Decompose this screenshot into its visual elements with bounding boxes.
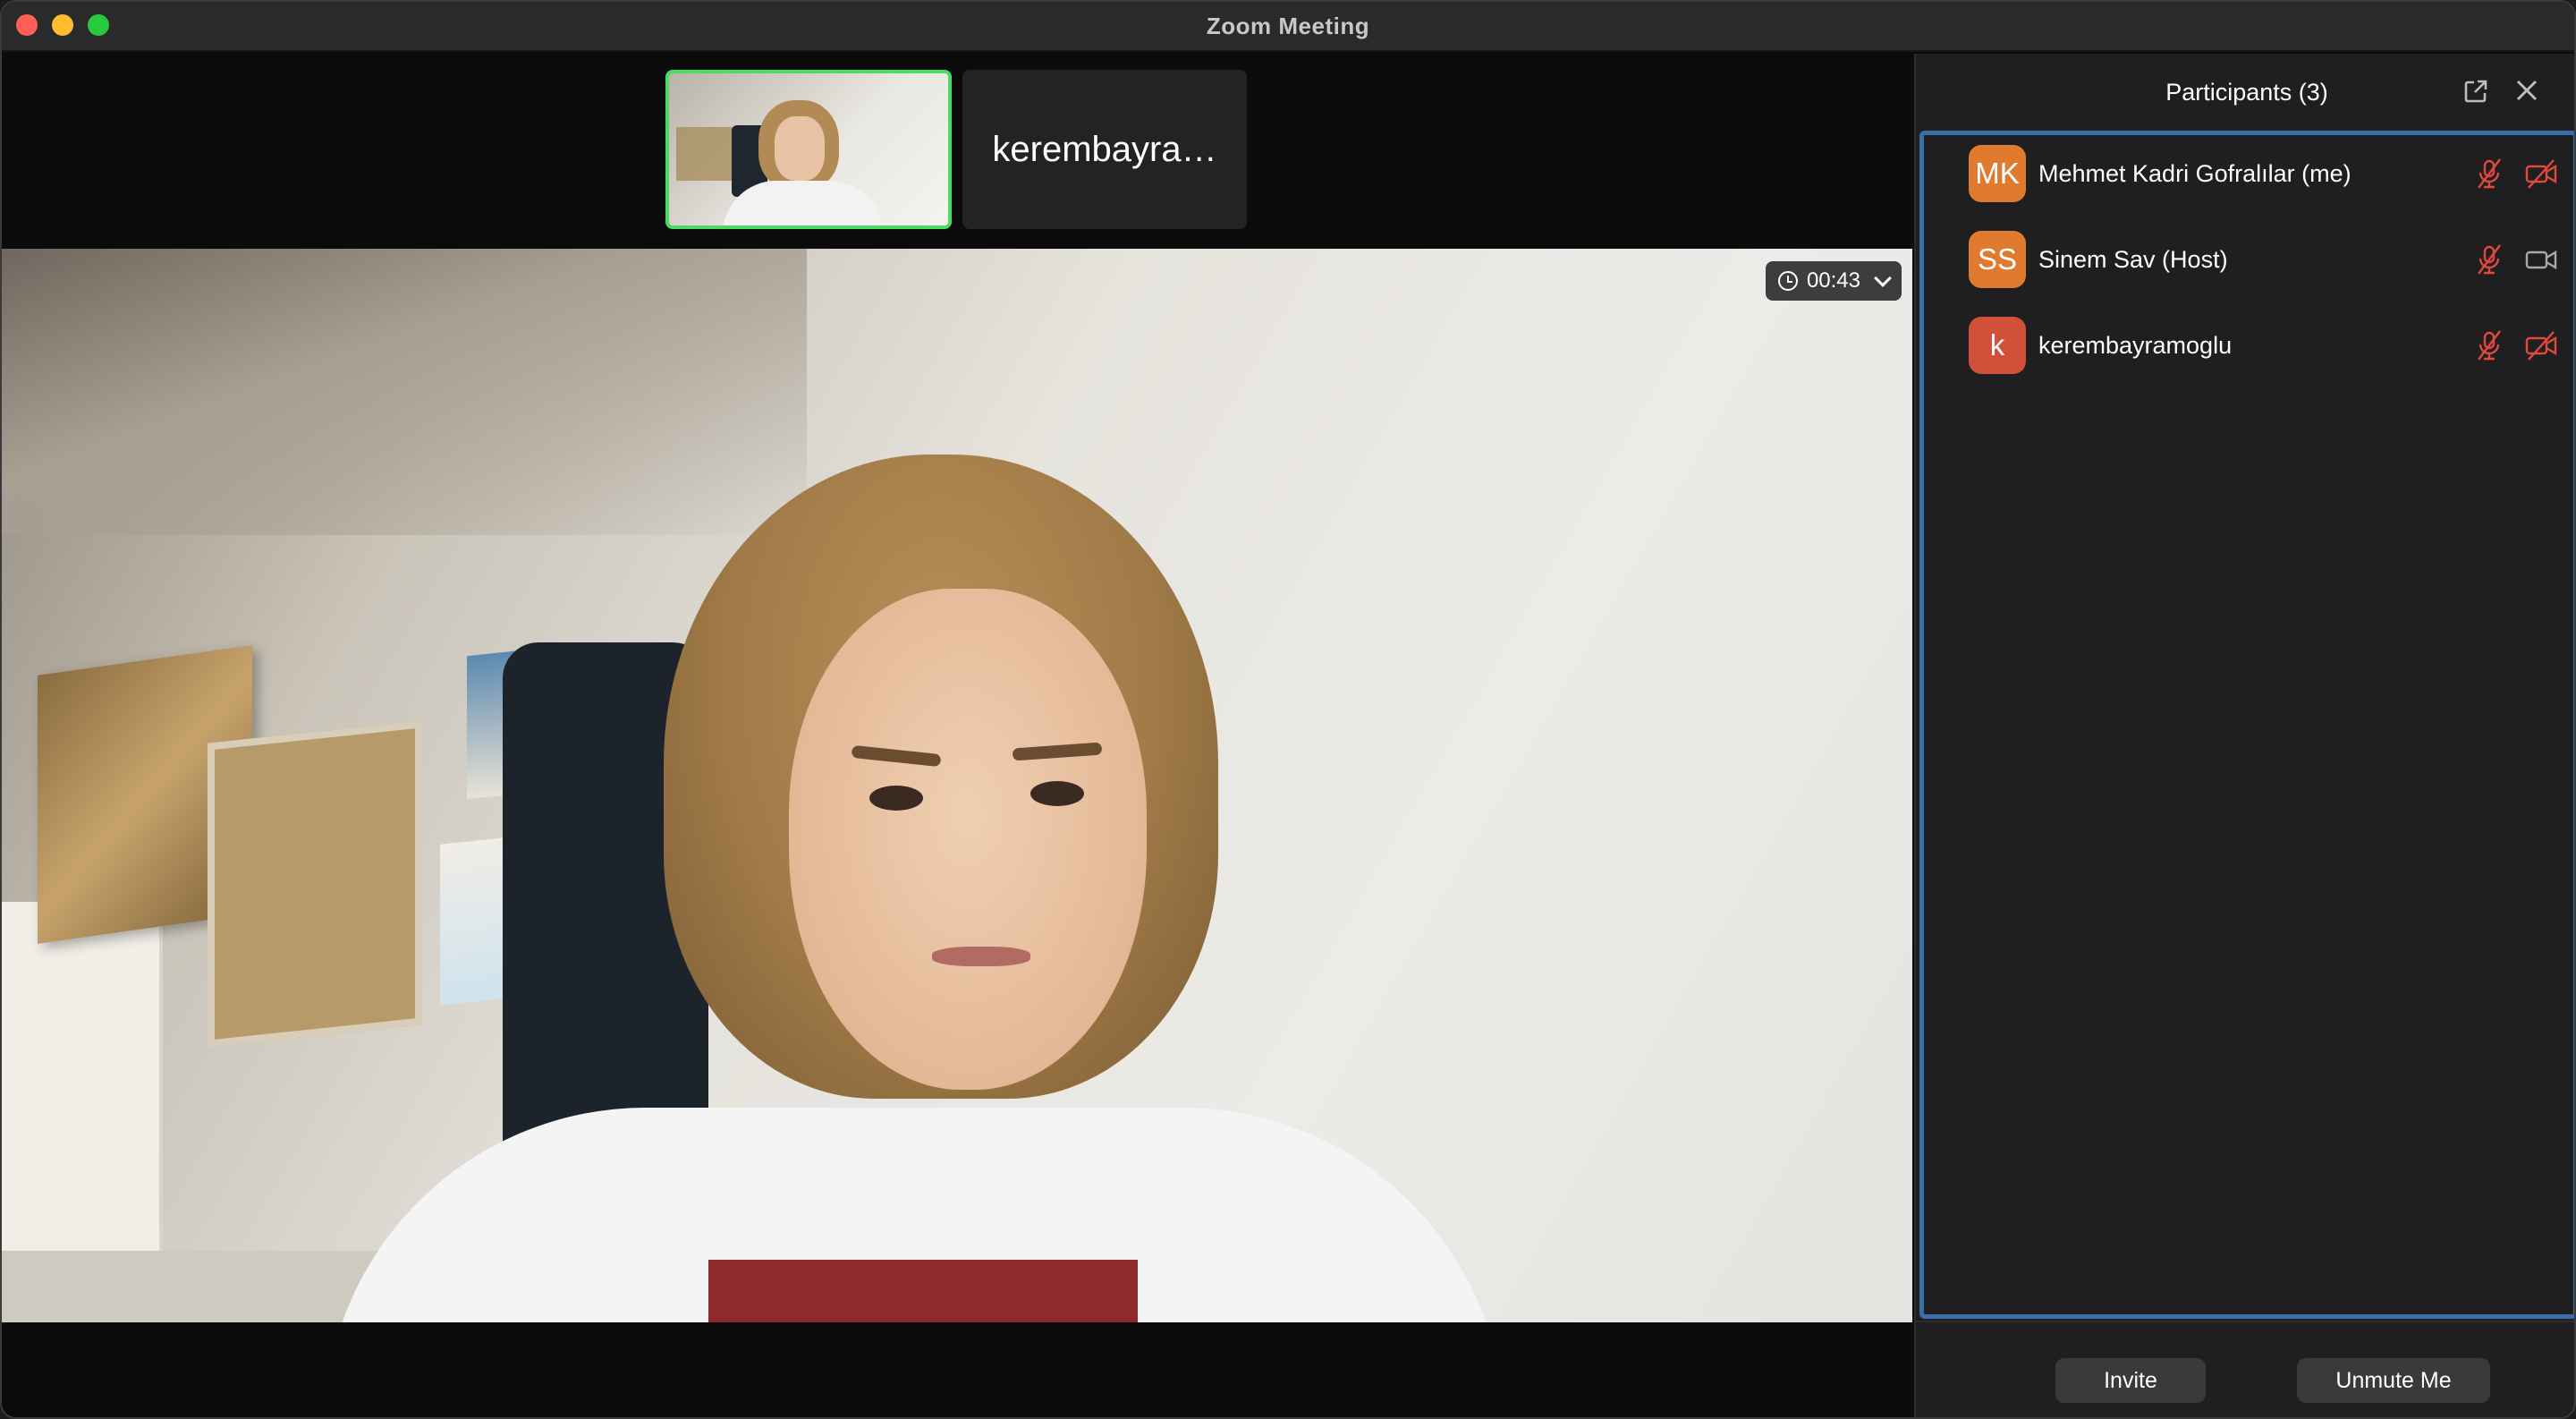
- window-title: Zoom Meeting: [1206, 12, 1370, 39]
- minimize-window-button[interactable]: [52, 14, 73, 36]
- close-window-button[interactable]: [16, 14, 38, 36]
- participants-header: Participants (3): [1916, 54, 2574, 131]
- video-person-shirt-print: [708, 1260, 1138, 1322]
- thumbnail-face: [775, 116, 825, 181]
- avatar: SS: [1969, 231, 2026, 288]
- participant-name: kerembayramoglu: [2038, 331, 2233, 359]
- video-person-face: [789, 589, 1147, 1090]
- main-video[interactable]: 00:43: [2, 249, 1912, 1322]
- chevron-down-icon: [1874, 269, 1892, 287]
- participants-panel: Participants (3) MK Mehmet Kadri Gofralı…: [1914, 54, 2574, 1417]
- video-on-icon[interactable]: [2523, 242, 2559, 277]
- close-icon[interactable]: [2513, 77, 2540, 104]
- participants-footer: Invite Unmute Me: [1916, 1321, 2574, 1417]
- participants-list: MK Mehmet Kadri Gofralılar (me) SS Sinem…: [1919, 131, 2574, 1319]
- meeting-timer[interactable]: 00:43: [1765, 261, 1902, 301]
- video-person-eye: [869, 786, 923, 811]
- participant-name: Sinem Sav (Host): [2038, 245, 2228, 273]
- participant-row[interactable]: k kerembayramoglu: [1969, 314, 2559, 377]
- video-person-mouth: [932, 947, 1030, 966]
- clock-icon: [1777, 271, 1798, 291]
- thumbnail-video-active[interactable]: [665, 70, 952, 229]
- invite-button[interactable]: Invite: [2055, 1358, 2206, 1403]
- gallery-strip: kerembayra…: [665, 70, 1247, 229]
- participant-row[interactable]: SS Sinem Sav (Host): [1969, 228, 2559, 291]
- video-stage: kerembayra… 00:43: [2, 54, 1914, 1417]
- video-person-eye: [1030, 781, 1084, 806]
- title-bar: Zoom Meeting: [2, 2, 2574, 52]
- avatar: k: [1969, 317, 2026, 374]
- video-off-icon[interactable]: [2523, 327, 2559, 363]
- video-off-icon[interactable]: [2523, 156, 2559, 191]
- video-scene-corkboard: [208, 720, 422, 1048]
- thumbnail-name: kerembayra…: [992, 129, 1217, 169]
- participant-name: Mehmet Kadri Gofralılar (me): [2038, 159, 2351, 187]
- zoom-window: Zoom Meeting kerembayra… 00:43 Participa…: [0, 0, 2576, 1419]
- participant-row[interactable]: MK Mehmet Kadri Gofralılar (me): [1969, 142, 2559, 205]
- avatar: MK: [1969, 145, 2026, 202]
- mic-muted-icon[interactable]: [2471, 156, 2507, 191]
- popout-icon[interactable]: [2463, 79, 2488, 104]
- maximize-window-button[interactable]: [88, 14, 109, 36]
- mic-muted-icon[interactable]: [2471, 242, 2507, 277]
- thumbnail-name-tile[interactable]: kerembayra…: [962, 70, 1247, 229]
- thumbnail-background: [676, 127, 739, 181]
- mic-muted-icon[interactable]: [2471, 327, 2507, 363]
- video-scene-ceiling: [2, 249, 807, 535]
- timer-text: 00:43: [1806, 268, 1860, 293]
- video-scene-desk: [2, 1251, 395, 1322]
- window-controls: [16, 14, 109, 36]
- participants-title: Participants (3): [2165, 78, 2328, 106]
- unmute-me-button[interactable]: Unmute Me: [2297, 1358, 2490, 1403]
